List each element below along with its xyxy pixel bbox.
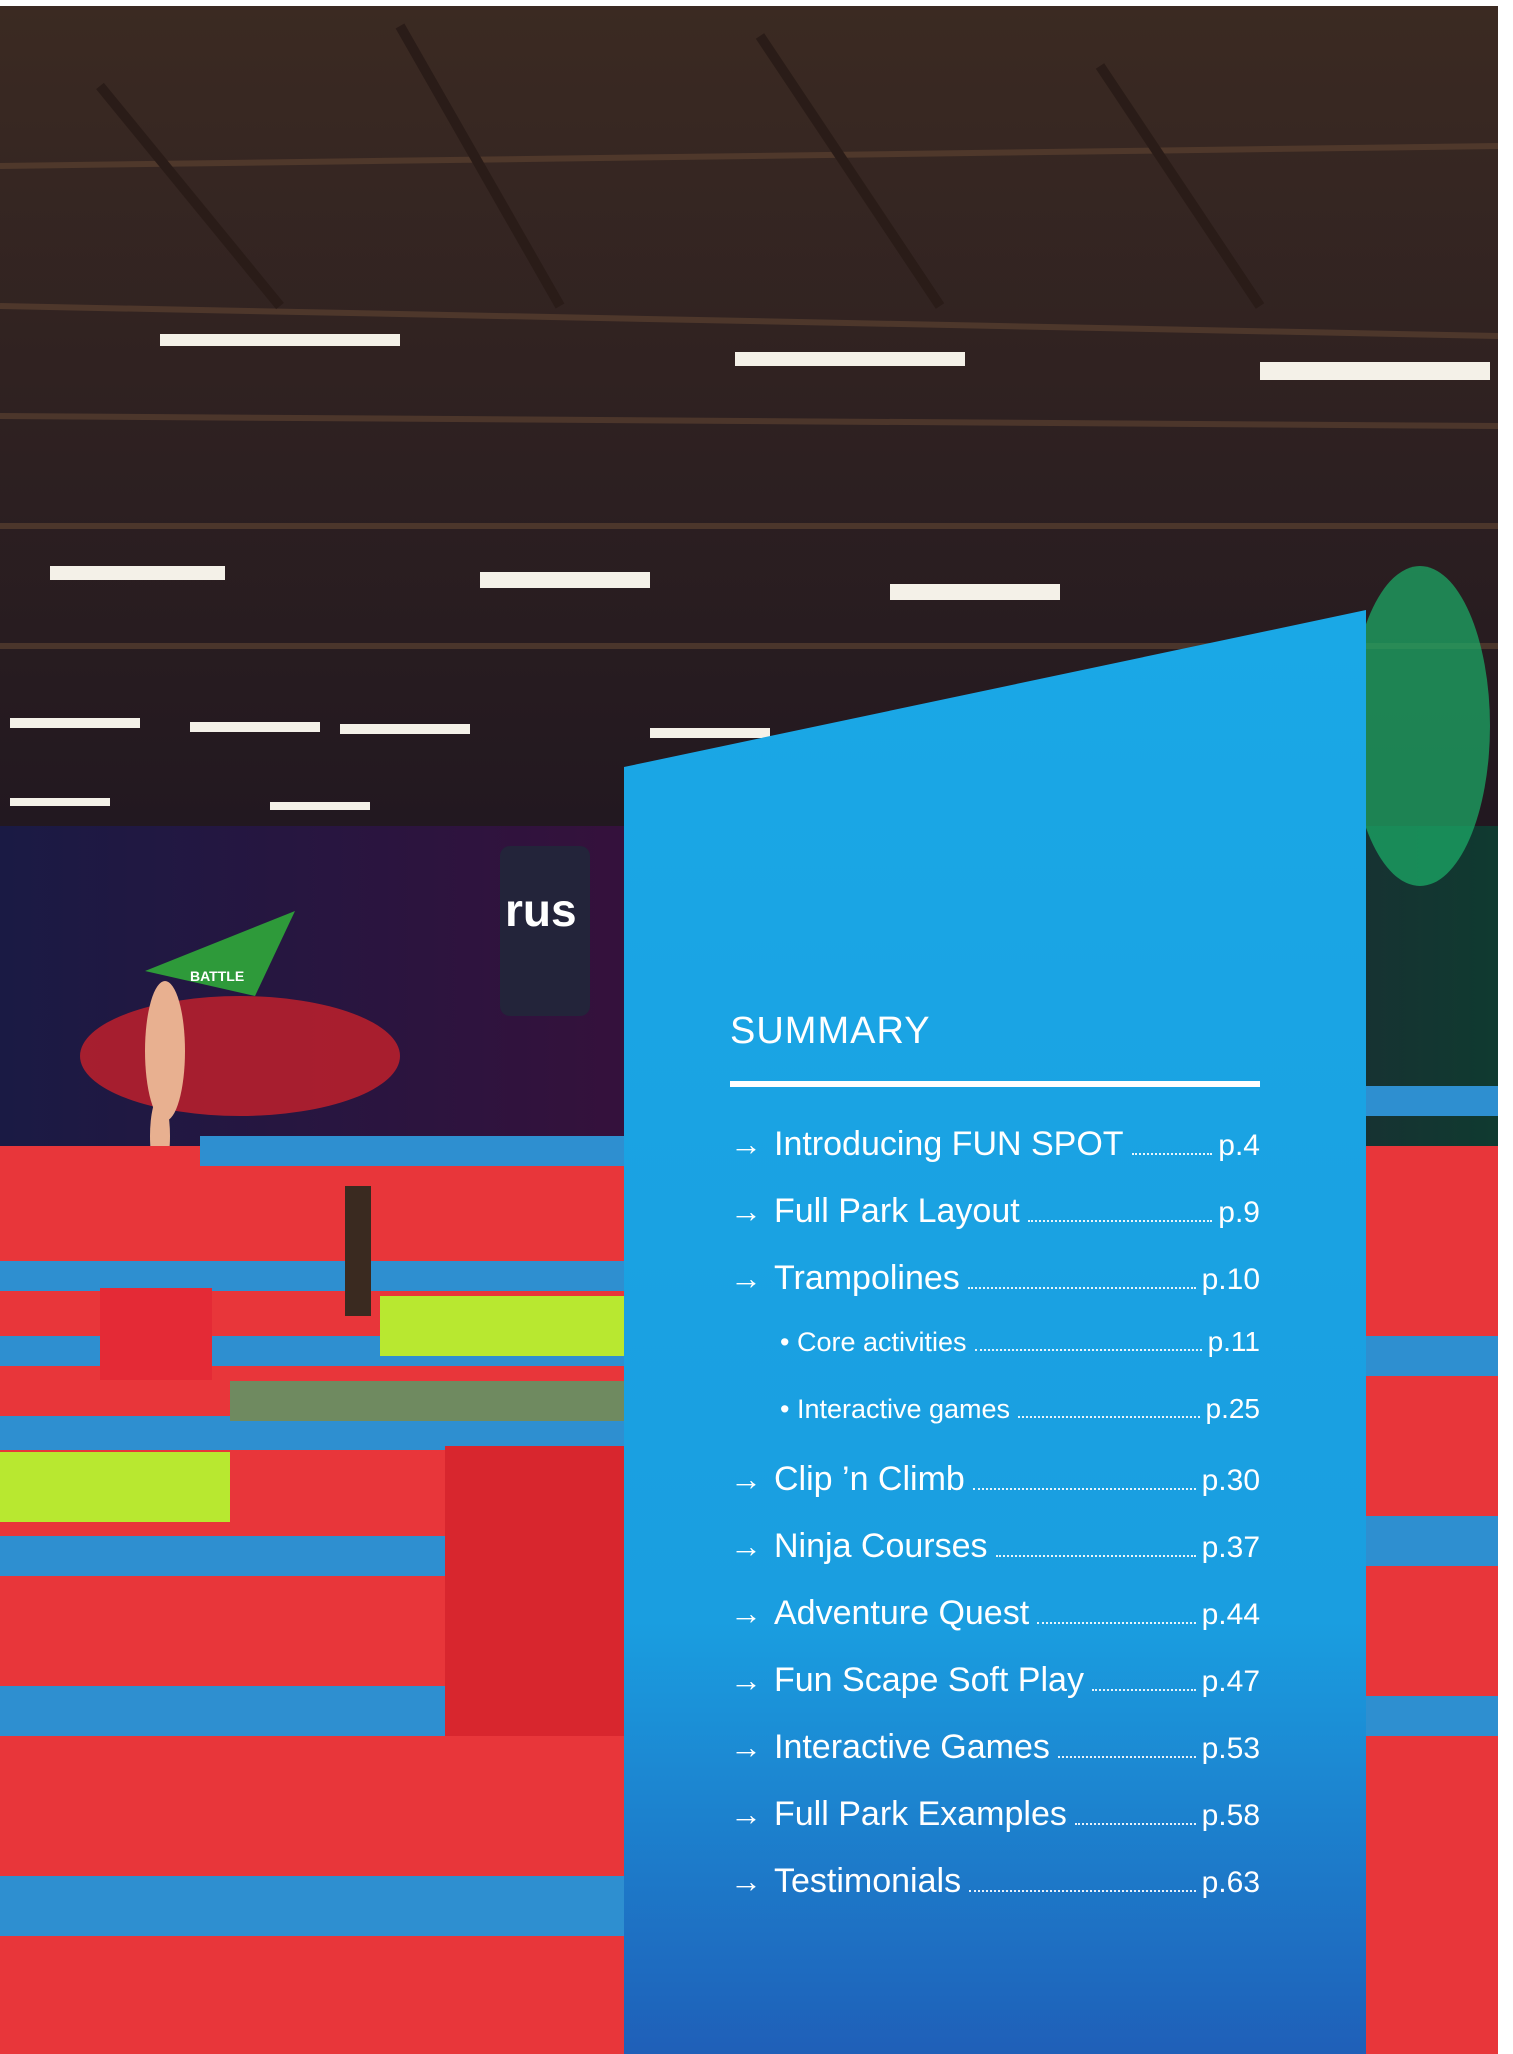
toc-item-label: • Core activities: [780, 1327, 967, 1357]
toc-leader-dots: [1037, 1622, 1196, 1624]
toc-item-page: p.47: [1201, 1665, 1260, 1698]
toc-item-page: p.53: [1201, 1732, 1260, 1765]
toc-item-page: p.30: [1201, 1464, 1260, 1497]
toc-item-page: p.63: [1201, 1866, 1260, 1899]
arrow-right-icon: →: [730, 1193, 762, 1229]
summary-title: SUMMARY: [730, 1010, 931, 1052]
toc-item-ninja-courses[interactable]: → Ninja Courses p.37: [730, 1527, 1260, 1594]
arrow-right-icon: →: [730, 1729, 762, 1765]
toc-item-page: p.37: [1201, 1531, 1260, 1564]
toc-item-full-park-layout[interactable]: → Full Park Layout p.9: [730, 1192, 1260, 1259]
toc-item-page: p.44: [1201, 1598, 1260, 1631]
summary-panel: SUMMARY → Introducing FUN SPOT p.4 → Ful…: [0, 0, 1513, 2054]
arrow-right-icon: →: [730, 1126, 762, 1162]
toc-item-page: p.4: [1218, 1129, 1260, 1162]
toc-item-page: p.58: [1201, 1799, 1260, 1832]
arrow-right-icon: →: [730, 1863, 762, 1899]
toc-leader-dots: [974, 1349, 1202, 1351]
toc-subitem-core-activities[interactable]: • Core activities p.11: [730, 1326, 1260, 1393]
toc-item-full-park-examples[interactable]: → Full Park Examples p.58: [730, 1795, 1260, 1862]
toc-leader-dots: [1057, 1756, 1196, 1758]
table-of-contents: → Introducing FUN SPOT p.4 → Full Park L…: [730, 1125, 1260, 1929]
arrow-right-icon: →: [730, 1461, 762, 1497]
toc-item-page: p.25: [1205, 1393, 1261, 1424]
toc-item-label: Adventure Quest: [774, 1594, 1030, 1632]
toc-item-page: p.10: [1201, 1263, 1260, 1296]
toc-item-label: Clip ’n Climb: [774, 1460, 965, 1498]
arrow-right-icon: →: [730, 1662, 762, 1698]
toc-item-label: Testimonials: [774, 1862, 962, 1900]
toc-leader-dots: [1131, 1153, 1213, 1155]
arrow-right-icon: →: [730, 1260, 762, 1296]
toc-item-page: p.11: [1207, 1326, 1260, 1357]
toc-item-label: Trampolines: [774, 1259, 960, 1297]
toc-item-label: Introducing FUN SPOT: [774, 1125, 1124, 1163]
arrow-right-icon: →: [730, 1796, 762, 1832]
toc-item-label: • Interactive games: [780, 1394, 1011, 1424]
toc-leader-dots: [995, 1555, 1196, 1557]
summary-section: SUMMARY → Introducing FUN SPOT p.4 → Ful…: [730, 1010, 1260, 1929]
arrow-right-icon: →: [730, 1528, 762, 1564]
toc-leader-dots: [1091, 1689, 1196, 1691]
toc-item-label: Interactive Games: [774, 1728, 1050, 1766]
toc-item-adventure-quest[interactable]: → Adventure Quest p.44: [730, 1594, 1260, 1661]
toc-item-fun-scape-soft-play[interactable]: → Fun Scape Soft Play p.47: [730, 1661, 1260, 1728]
toc-item-label: Full Park Examples: [774, 1795, 1067, 1833]
toc-item-label: Fun Scape Soft Play: [774, 1661, 1084, 1699]
toc-subitem-interactive-games[interactable]: • Interactive games p.25: [730, 1393, 1260, 1460]
toc-item-interactive-games[interactable]: → Interactive Games p.53: [730, 1728, 1260, 1795]
toc-item-label: Full Park Layout: [774, 1192, 1020, 1230]
toc-item-label: Ninja Courses: [774, 1527, 988, 1565]
toc-item-testimonials[interactable]: → Testimonials p.63: [730, 1862, 1260, 1929]
toc-leader-dots: [1018, 1416, 1200, 1418]
toc-item-clip-n-climb[interactable]: → Clip ’n Climb p.30: [730, 1460, 1260, 1527]
arrow-right-icon: →: [730, 1595, 762, 1631]
summary-divider: [730, 1081, 1260, 1087]
toc-item-page: p.9: [1218, 1196, 1260, 1229]
toc-item-trampolines[interactable]: → Trampolines p.10: [730, 1259, 1260, 1326]
toc-leader-dots: [969, 1890, 1196, 1892]
toc-item-introducing[interactable]: → Introducing FUN SPOT p.4: [730, 1125, 1260, 1192]
toc-leader-dots: [1074, 1823, 1196, 1825]
toc-leader-dots: [972, 1488, 1196, 1490]
toc-leader-dots: [1027, 1220, 1213, 1222]
toc-leader-dots: [967, 1287, 1196, 1289]
